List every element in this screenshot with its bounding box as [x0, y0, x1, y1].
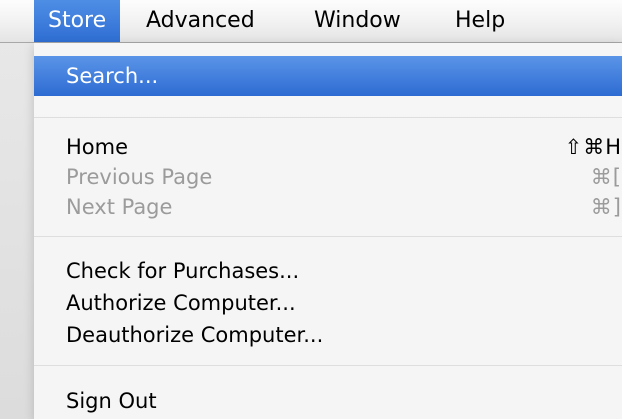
menu-item-label: Deauthorize Computer... — [66, 323, 324, 347]
menubar-store[interactable]: Store — [34, 0, 121, 42]
menu-item-label: Search... — [66, 64, 159, 88]
menu-separator — [34, 365, 622, 366]
menu-item-label: Next Page — [66, 195, 173, 219]
menu-separator — [34, 117, 622, 118]
menu-bar: Store Advanced Window Help — [0, 0, 622, 43]
menu-item-next-page: Next Page ⌘] — [34, 189, 622, 225]
menu-item-label: Check for Purchases... — [66, 259, 300, 283]
menu-item-sign-out[interactable]: Sign Out — [34, 383, 622, 419]
menu-item-deauthorize-computer[interactable]: Deauthorize Computer... — [34, 317, 622, 353]
menu-item-label: Previous Page — [66, 165, 213, 189]
menu-item-label: Authorize Computer... — [66, 291, 296, 315]
shortcut-next-page: ⌘] — [590, 195, 622, 219]
menu-item-authorize-computer[interactable]: Authorize Computer... — [34, 285, 622, 321]
menu-item-check-purchases[interactable]: Check for Purchases... — [34, 253, 622, 289]
menubar-window[interactable]: Window — [300, 0, 415, 42]
menu-separator — [34, 236, 622, 237]
menu-item-search[interactable]: Search... — [34, 56, 622, 96]
menubar-help[interactable]: Help — [441, 0, 519, 42]
menu-item-label: Home — [66, 135, 129, 159]
menu-item-label: Sign Out — [66, 389, 157, 413]
menubar-advanced[interactable]: Advanced — [132, 0, 269, 42]
itunes-screen: Store Advanced Window Help Search... Hom… — [0, 0, 622, 419]
store-menu-dropdown: Search... Home ⇧⌘H Previous Page ⌘[ Next… — [34, 43, 622, 419]
